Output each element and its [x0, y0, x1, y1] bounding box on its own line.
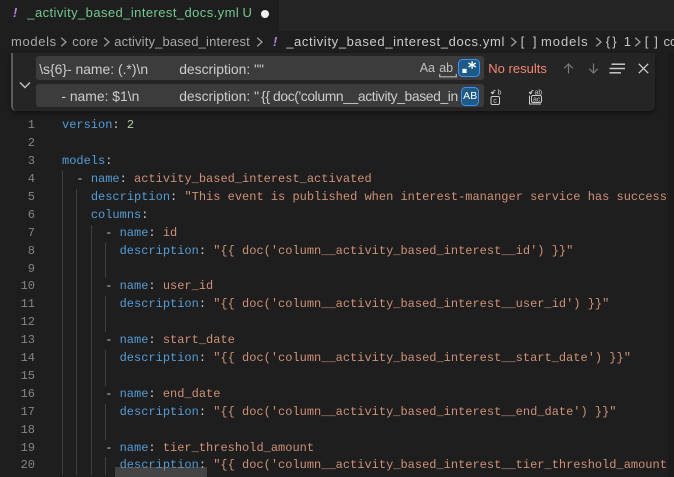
svg-text:ac: ac — [533, 97, 541, 104]
svg-text:ab: ab — [534, 90, 542, 97]
svg-text:c: c — [493, 98, 497, 105]
svg-text:b: b — [498, 90, 502, 97]
